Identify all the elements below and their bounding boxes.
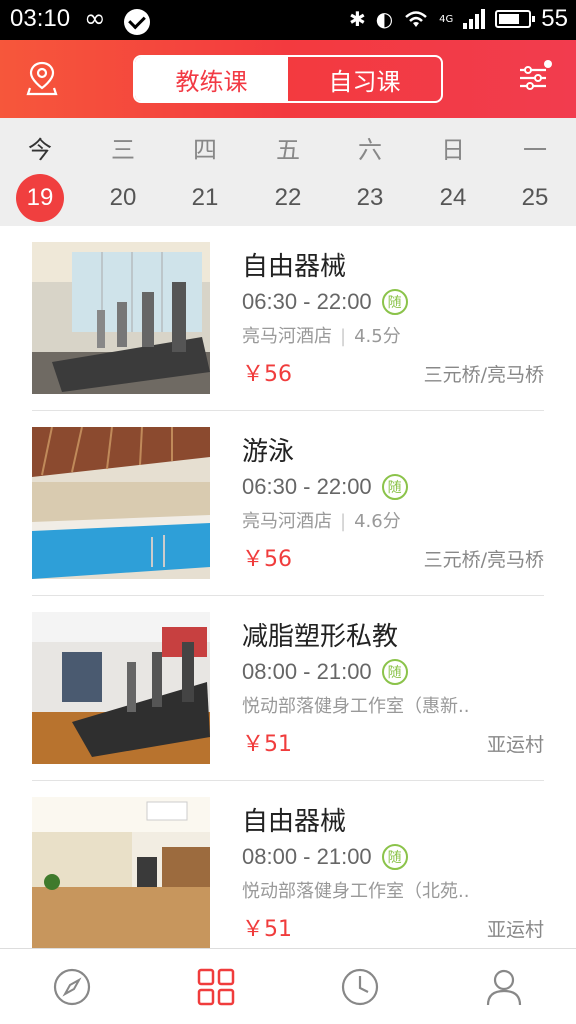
weekday-label: 四 [193,136,217,164]
flexible-badge: 随 [381,844,408,870]
class-card[interactable]: 自由器械 08:00 - 21:00 随 悦动部落健身工作室（北苑.. ￥51 亚运… [32,781,544,948]
venue-area: 亚运村 [486,734,544,756]
flexible-badge: 随 [381,659,408,685]
status-bar: 03:10 ∞ ✱ ◐ 4G 55 [0,0,576,40]
filter-icon[interactable] [518,62,548,94]
weekday-label: 六 [358,136,382,164]
class-price: ￥51 [242,732,292,757]
date-number: 21 [191,184,219,211]
clock-icon[interactable] [340,967,380,1007]
tab-self-study-class[interactable]: 自习课 [288,57,441,101]
class-price: ￥51 [242,917,292,942]
battery-icon [495,10,536,28]
battery-level: 55 [541,5,568,32]
weekday-label: 今 [28,136,52,164]
bluetooth-icon: ✱ [348,7,366,31]
app-header: 教练课 自习课 [0,40,576,118]
user-icon[interactable] [484,967,524,1007]
filter-notification-dot [544,60,552,68]
class-title: 自由器械 [242,807,347,837]
date-number: 24 [439,184,467,211]
network-type: 4G [439,13,454,25]
class-title: 减脂塑形私教 [242,622,399,652]
date-item[interactable]: 一 25 [500,118,570,222]
flexible-badge: 随 [381,474,408,500]
venue-area: 三元桥/亮马桥 [423,364,544,386]
class-thumbnail [32,612,210,764]
venue-rating: 4.6分 [354,511,401,532]
signal-icon [463,9,486,29]
weekday-label: 五 [276,136,300,164]
date-item[interactable]: 五 22 [253,118,323,222]
class-time: 08:00 - 21:00 [242,844,372,869]
date-item[interactable]: 今 19 [5,118,75,222]
class-time: 06:30 - 22:00 [242,474,372,499]
bottom-nav [0,948,576,1024]
class-title: 游泳 [242,437,295,467]
course-type-toggle: 教练课 自习课 [133,55,443,103]
alarm-icon: ◐ [375,7,394,31]
venue-area: 三元桥/亮马桥 [423,549,544,571]
infinity-icon: ∞ [84,4,106,34]
venue-name: 亮马河酒店 [242,326,332,347]
date-number: 19 [16,174,64,222]
location-icon[interactable] [26,60,58,96]
date-number: 23 [356,184,384,211]
class-list: 自由器械 06:30 - 22:00 随 亮马河酒店 | 4.5分 ￥56 三元桥/亮马… [0,226,576,948]
venue-name: 亮马河酒店 [242,511,332,532]
grid-icon[interactable] [196,967,236,1007]
venue-rating: 4.5分 [354,326,401,347]
class-price: ￥56 [242,547,292,572]
weekday-label: 三 [111,136,135,164]
compass-icon[interactable] [52,967,92,1007]
class-thumbnail [32,797,210,948]
class-card[interactable]: 自由器械 06:30 - 22:00 随 亮马河酒店 | 4.5分 ￥56 三元桥/亮马… [32,226,544,411]
weekday-label: 一 [523,136,547,164]
class-title: 自由器械 [242,252,347,282]
weekday-label: 日 [441,136,465,164]
class-thumbnail [32,242,210,394]
date-number: 25 [521,184,549,211]
venue-name: 悦动部落健身工作室（惠新.. [242,696,470,717]
class-card[interactable]: 减脂塑形私教 08:00 - 21:00 随 悦动部落健身工作室（惠新.. ￥51… [32,596,544,781]
divider: | [340,511,347,532]
status-time: 03:10 [10,5,71,32]
divider: | [340,326,347,347]
venue-name: 悦动部落健身工作室（北苑.. [242,881,470,902]
date-item[interactable]: 四 21 [170,118,240,222]
class-time: 08:00 - 21:00 [242,659,372,684]
date-number: 22 [274,184,302,211]
class-thumbnail [32,427,210,579]
venue-area: 亚运村 [486,919,544,941]
date-item[interactable]: 六 23 [335,118,405,222]
tab-coach-class[interactable]: 教练课 [135,57,288,101]
class-card[interactable]: 游泳 06:30 - 22:00 随 亮马河酒店 | 4.6分 ￥56 三元桥/亮马桥 [32,411,544,596]
date-selector: 今 19 三 20 四 21 五 22 六 23 日 24 一 25 [0,118,576,226]
check-icon [124,9,150,35]
class-price: ￥56 [242,362,292,387]
date-item[interactable]: 三 20 [88,118,158,222]
wifi-icon [405,11,428,27]
flexible-badge: 随 [381,289,408,315]
date-number: 20 [109,184,137,211]
date-item[interactable]: 日 24 [418,118,488,222]
class-time: 06:30 - 22:00 [242,289,372,314]
